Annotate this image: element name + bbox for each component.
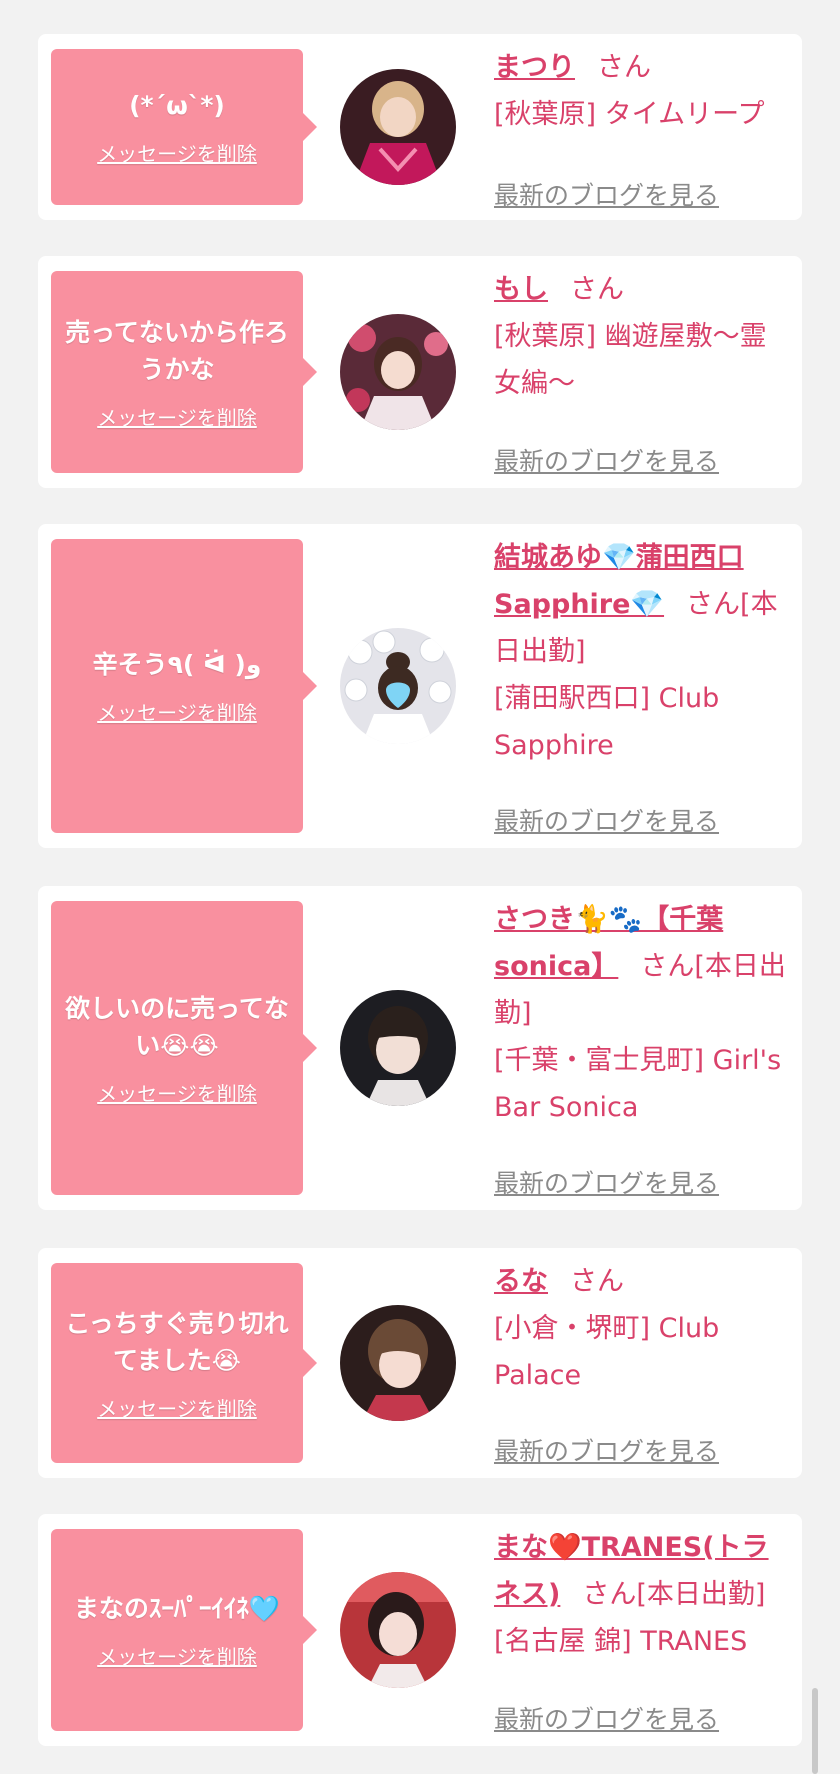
- message-bubble: 売ってないから作ろうかな メッセージを削除: [51, 271, 317, 473]
- cast-name-link[interactable]: もし: [494, 274, 548, 305]
- message-bubble: 辛そう٩( ᐛ )و メッセージを削除: [51, 539, 317, 833]
- avatar[interactable]: [340, 1305, 456, 1421]
- list-item: まなのｽｰﾊﾟｰｲｲﾈ🩵 メッセージを削除 まな❤️TRANES(トラネス) さん…: [38, 1514, 802, 1746]
- cast-info: まつり さん [秋葉原] タイムリープ 最新のブログを見る: [494, 44, 790, 214]
- scrollbar[interactable]: [812, 1688, 818, 1774]
- avatar[interactable]: [340, 990, 456, 1106]
- shop-name: [千葉・富士見町] Girl's Bar Sonica: [494, 1045, 782, 1123]
- delete-message-link[interactable]: メッセージを削除: [97, 402, 257, 431]
- list-item: 欲しいのに売ってない😭😭 メッセージを削除 さつき🐈🐾【千葉sonica】 さん[…: [38, 886, 802, 1210]
- message-text: 辛そう٩( ᐛ )و: [92, 650, 262, 679]
- avatar[interactable]: [340, 69, 456, 185]
- latest-blog-link[interactable]: 最新のブログを見る: [494, 802, 719, 838]
- latest-blog-link[interactable]: 最新のブログを見る: [494, 1164, 719, 1200]
- list-item: 辛そう٩( ᐛ )و メッセージを削除 結城あゆ💎蒲田西口Sapphire💎 さん…: [38, 524, 802, 848]
- cast-name-line: もし さん: [494, 266, 790, 313]
- message-bubble: 欲しいのに売ってない😭😭 メッセージを削除: [51, 901, 317, 1195]
- shop-name: [名古屋 錦] TRANES: [494, 1626, 748, 1657]
- cast-name-line: まな❤️TRANES(トラネス) さん[本日出勤]: [494, 1524, 790, 1618]
- cast-info: さつき🐈🐾【千葉sonica】 さん[本日出勤] [千葉・富士見町] Girl's…: [494, 896, 790, 1204]
- shop-name: [蒲田駅西口] Club Sapphire: [494, 683, 720, 761]
- cast-name-line: 結城あゆ💎蒲田西口Sapphire💎 さん[本日出勤]: [494, 534, 790, 675]
- delete-message-link[interactable]: メッセージを削除: [97, 1393, 257, 1422]
- latest-blog-link[interactable]: 最新のブログを見る: [494, 176, 719, 212]
- cast-name-link[interactable]: まつり: [494, 52, 575, 83]
- message-text: (*´ω`*): [129, 91, 225, 120]
- list-item: こっちすぐ売り切れてました😭 メッセージを削除 るな さん [小倉・堺町] Clu…: [38, 1248, 802, 1478]
- message-bubble: まなのｽｰﾊﾟｰｲｲﾈ🩵 メッセージを削除: [51, 1529, 317, 1731]
- cast-name-line: るな さん: [494, 1258, 790, 1305]
- message-bubble: (*´ω`*) メッセージを削除: [51, 49, 317, 205]
- avatar[interactable]: [340, 1572, 456, 1688]
- message-text: こっちすぐ売り切れてました😭: [65, 1308, 289, 1375]
- cast-name-link[interactable]: るな: [494, 1266, 548, 1297]
- cast-name-line: まつり さん: [494, 44, 790, 91]
- san-suffix: さん: [570, 1266, 624, 1297]
- shop-name: [小倉・堺町] Club Palace: [494, 1313, 720, 1391]
- message-text: 欲しいのに売ってない😭😭: [65, 993, 289, 1060]
- san-suffix: さん[本日出勤]: [582, 1579, 766, 1610]
- latest-blog-link[interactable]: 最新のブログを見る: [494, 442, 719, 478]
- cast-name-line: さつき🐈🐾【千葉sonica】 さん[本日出勤]: [494, 896, 790, 1037]
- latest-blog-link[interactable]: 最新のブログを見る: [494, 1700, 719, 1736]
- latest-blog-link[interactable]: 最新のブログを見る: [494, 1432, 719, 1468]
- shop-name: [秋葉原] タイムリープ: [494, 99, 765, 130]
- list-item: (*´ω`*) メッセージを削除 まつり さん [秋葉原] タイムリープ 最新のブ…: [38, 34, 802, 220]
- cast-info: るな さん [小倉・堺町] Club Palace 最新のブログを見る: [494, 1258, 790, 1472]
- delete-message-link[interactable]: メッセージを削除: [97, 1078, 257, 1107]
- shop-name: [秋葉原] 幽遊屋敷〜霊女編〜: [494, 321, 767, 399]
- cast-info: 結城あゆ💎蒲田西口Sapphire💎 さん[本日出勤] [蒲田駅西口] Club …: [494, 534, 790, 842]
- san-suffix: さん: [570, 274, 624, 305]
- cast-info: もし さん [秋葉原] 幽遊屋敷〜霊女編〜 最新のブログを見る: [494, 266, 790, 482]
- delete-message-link[interactable]: メッセージを削除: [97, 1641, 257, 1670]
- san-suffix: さん: [597, 52, 651, 83]
- message-text: 売ってないから作ろうかな: [65, 317, 289, 384]
- delete-message-link[interactable]: メッセージを削除: [97, 697, 257, 726]
- list-item: 売ってないから作ろうかな メッセージを削除 もし さん [秋葉原] 幽遊屋敷〜霊女…: [38, 256, 802, 488]
- message-text: まなのｽｰﾊﾟｰｲｲﾈ🩵: [73, 1594, 281, 1623]
- avatar[interactable]: [340, 628, 456, 744]
- avatar[interactable]: [340, 314, 456, 430]
- cast-info: まな❤️TRANES(トラネス) さん[本日出勤] [名古屋 錦] TRANES …: [494, 1524, 790, 1740]
- delete-message-link[interactable]: メッセージを削除: [97, 138, 257, 167]
- message-bubble: こっちすぐ売り切れてました😭 メッセージを削除: [51, 1263, 317, 1463]
